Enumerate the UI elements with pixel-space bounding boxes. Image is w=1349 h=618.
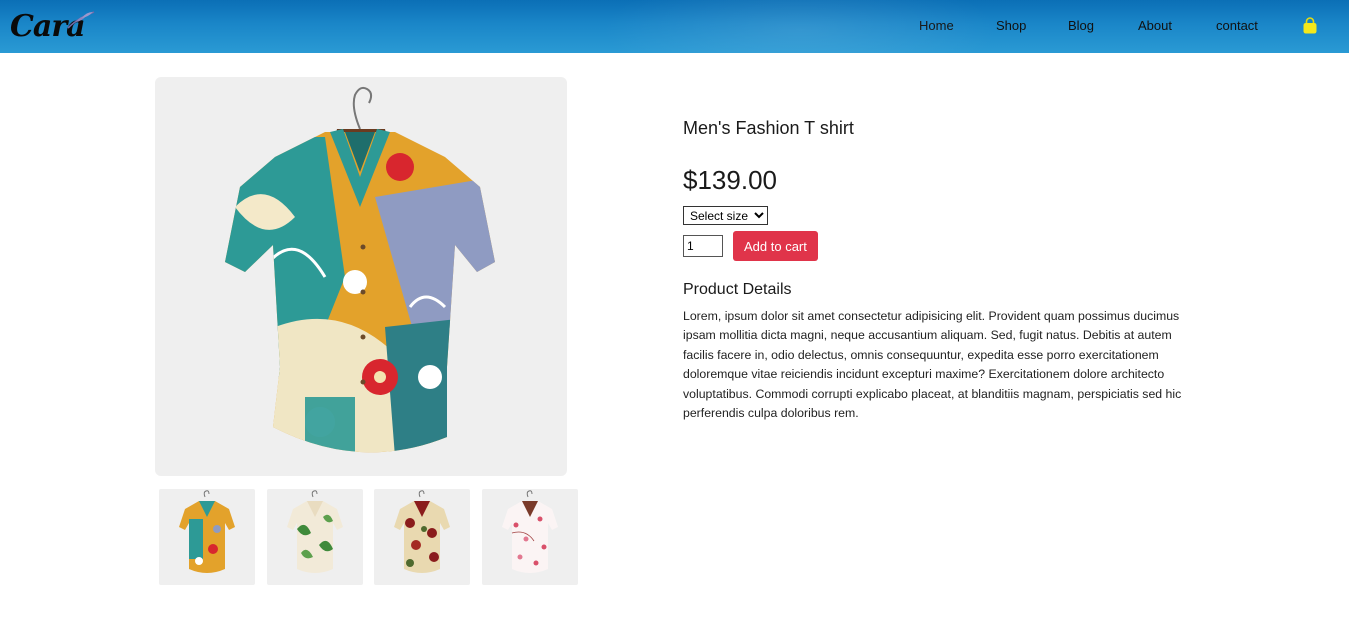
nav-blog[interactable]: Blog: [1068, 18, 1094, 33]
product-title: Men's Fashion T shirt: [683, 118, 854, 138]
nav-shop[interactable]: Shop: [996, 18, 1026, 33]
thumbnail-3[interactable]: [374, 489, 470, 585]
product-description: Lorem, ipsum dolor sit amet consectetur …: [683, 309, 1182, 421]
thumbnail-1[interactable]: [159, 489, 255, 585]
shopping-bag-icon[interactable]: [1302, 17, 1318, 35]
add-to-cart-button[interactable]: Add to cart: [733, 231, 818, 261]
thumbnail-4[interactable]: [482, 489, 578, 585]
size-select[interactable]: Select size: [683, 206, 768, 225]
green-leaf-shirt-thumbnail: [287, 490, 343, 573]
main-product-image: [155, 77, 567, 476]
quantity-input[interactable]: [683, 235, 723, 257]
pink-blossom-shirt-thumbnail: [502, 490, 558, 573]
product-price: $139.00: [683, 165, 777, 195]
nav-home[interactable]: Home: [919, 18, 954, 33]
main-nav: Home Shop Blog About contact: [0, 0, 1349, 53]
product-details-panel: Men's Fashion T shirt $139.00 Select siz…: [683, 118, 1198, 423]
red-floral-shirt-thumbnail: [394, 490, 450, 573]
thumbnail-2[interactable]: [267, 489, 363, 585]
shirt-image: [225, 86, 495, 453]
site-header: Cara Home Shop Blog About contact: [0, 0, 1349, 53]
nav-contact[interactable]: contact: [1216, 18, 1258, 33]
quantity-cart-row: Add to cart: [683, 231, 1198, 261]
nav-about[interactable]: About: [1138, 18, 1172, 33]
product-details-heading: Product Details: [683, 281, 792, 298]
multicolor-shirt-thumbnail: [179, 490, 235, 573]
